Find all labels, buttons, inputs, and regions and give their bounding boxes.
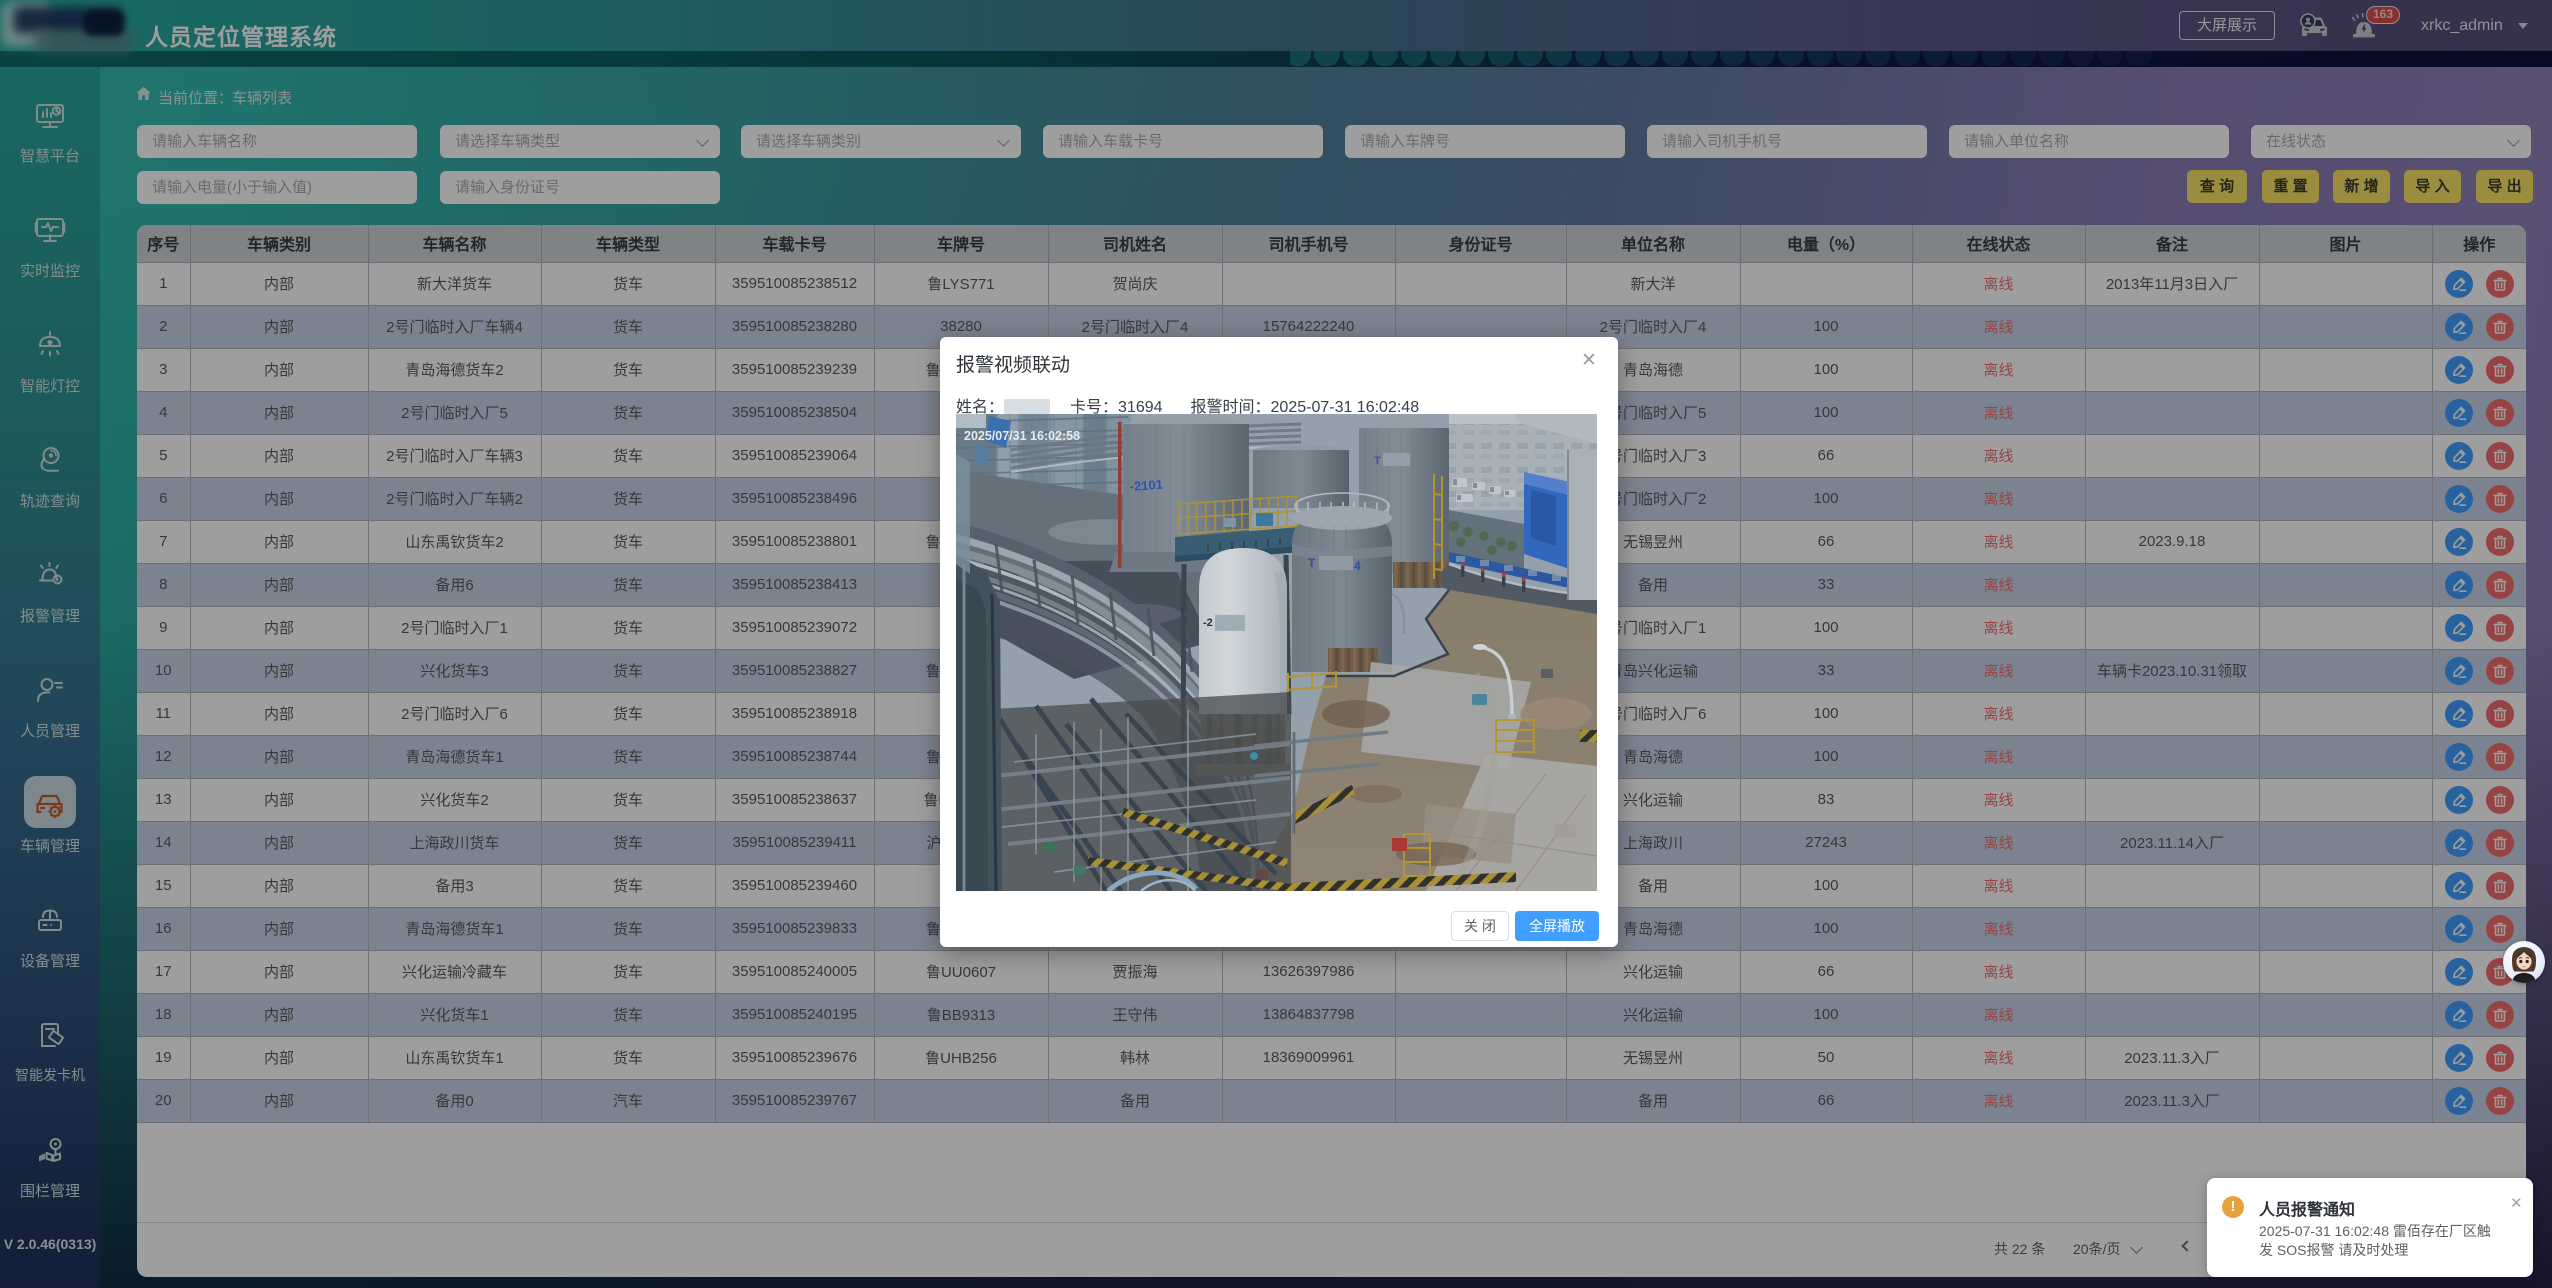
svg-text:2025/07/31 16:02:58: 2025/07/31 16:02:58 <box>964 429 1080 443</box>
